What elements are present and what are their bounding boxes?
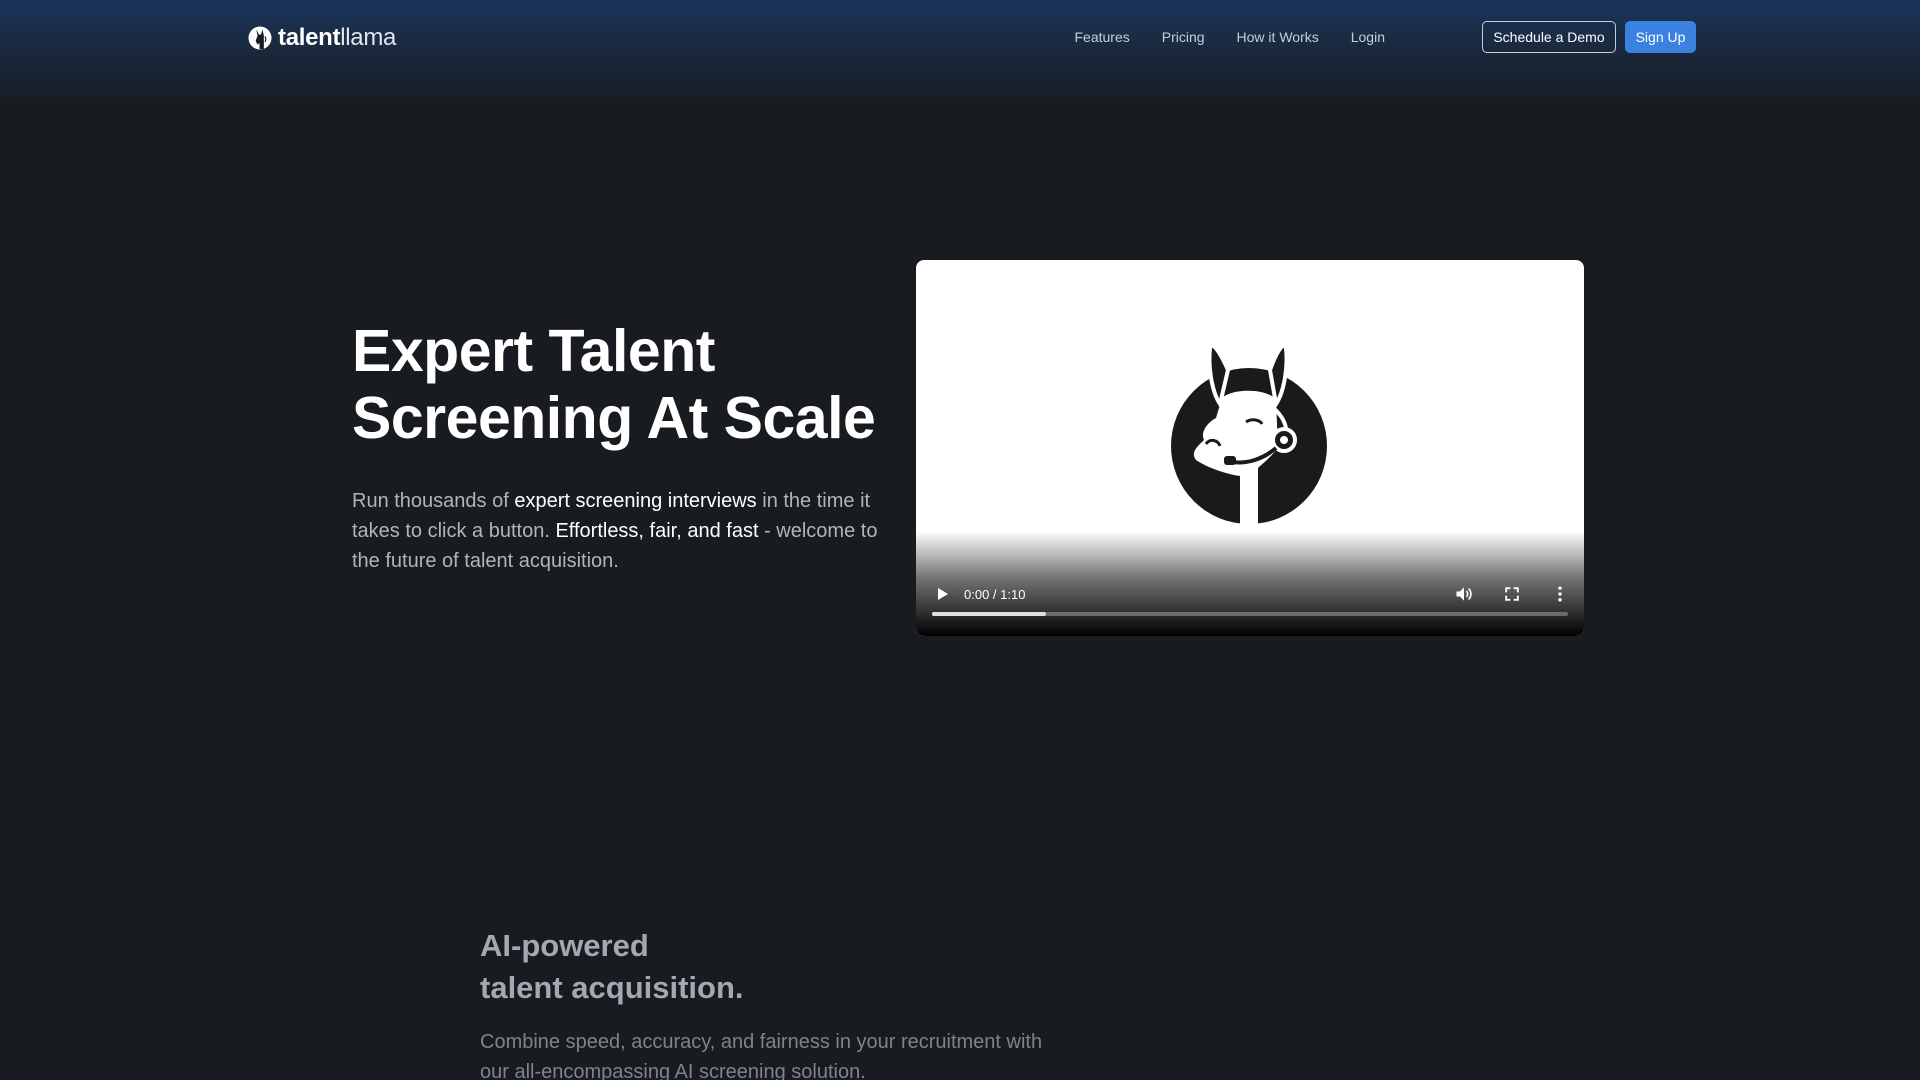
schedule-demo-button[interactable]: Schedule a Demo [1482, 21, 1616, 53]
video-time-separator: / [989, 587, 1001, 602]
video-buffered-bar [932, 612, 1047, 616]
hero-subtitle: Run thousands of expert screening interv… [352, 486, 897, 576]
video-duration: 1:10 [1000, 587, 1026, 602]
hero-subtitle-highlight-1: expert screening interviews [514, 490, 757, 512]
hero-subtitle-highlight-2: Effortless, fair, and fast [555, 520, 759, 542]
brand-name-light: llama [340, 24, 397, 51]
hero-title-line-1: Expert Talent [352, 318, 715, 384]
brand-wordmark: talentllama [278, 24, 396, 52]
hero-title-line-2: Screening At Scale [352, 385, 876, 451]
llama-headset-mascot-icon [1171, 343, 1327, 526]
feature-title-line-1: AI-powered [480, 928, 649, 963]
landing-page: talentllama Features Pricing How it Work… [0, 0, 1920, 1080]
nav-link-pricing[interactable]: Pricing [1162, 29, 1205, 45]
fullscreen-icon[interactable] [1502, 584, 1522, 604]
top-navbar: talentllama Features Pricing How it Work… [0, 0, 1920, 75]
feature-section-title: AI-powered talent acquisition. [480, 925, 1080, 1009]
hero-title: Expert Talent Screening At Scale [352, 318, 912, 452]
intro-video-player[interactable]: 0:00 / 1:10 [916, 260, 1584, 636]
brand-logo-link[interactable]: talentllama [248, 24, 396, 52]
play-icon[interactable] [934, 586, 950, 602]
llama-headset-logo-icon [248, 26, 272, 50]
sign-up-button[interactable]: Sign Up [1625, 21, 1696, 53]
feature-title-line-2: talent acquisition. [480, 970, 744, 1005]
more-options-icon[interactable] [1550, 584, 1570, 604]
video-time-display: 0:00 / 1:10 [964, 587, 1025, 602]
hero-subtitle-part-1: Run thousands of [352, 490, 515, 512]
video-current-time: 0:00 [964, 587, 990, 602]
nav-link-features[interactable]: Features [1074, 29, 1129, 45]
nav-links: Features Pricing How it Works Login [1074, 20, 1385, 54]
feature-section-description: Combine speed, accuracy, and fairness in… [480, 1031, 1043, 1080]
volume-icon[interactable] [1454, 584, 1474, 604]
nav-link-how-it-works[interactable]: How it Works [1237, 29, 1319, 45]
brand-name-bold: talent [278, 24, 341, 51]
nav-link-login[interactable]: Login [1351, 29, 1385, 45]
video-controls-shade [916, 531, 1584, 636]
video-progress-bar[interactable] [932, 612, 1568, 616]
